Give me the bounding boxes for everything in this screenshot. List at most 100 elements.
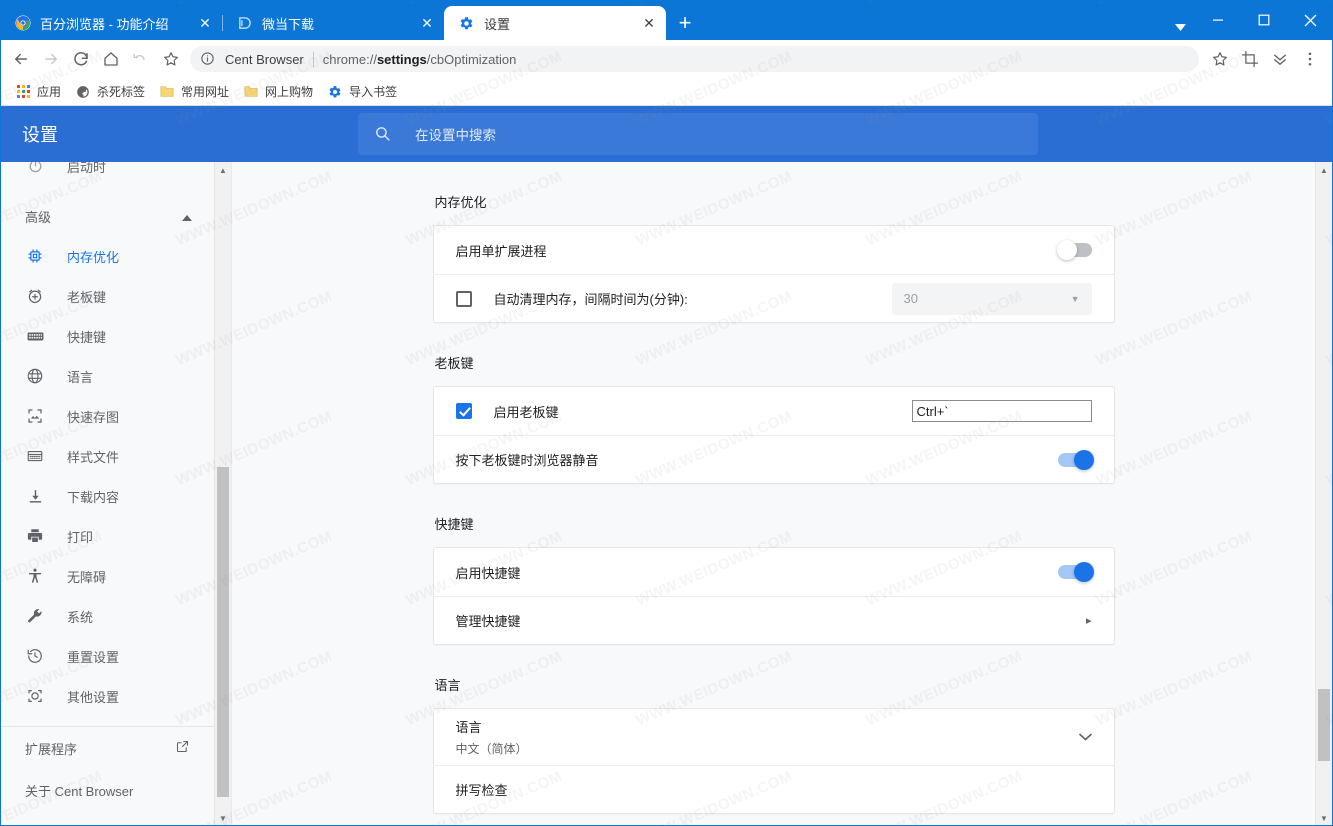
sidebar-item-downloads[interactable]: 下载内容 bbox=[1, 476, 214, 516]
maximize-button[interactable] bbox=[1241, 4, 1287, 36]
row-spellcheck[interactable]: 拼写检查 bbox=[433, 765, 1114, 813]
sidebar-item-label: 内存优化 bbox=[67, 249, 120, 265]
sidebar-item-system[interactable]: 系统 bbox=[1, 596, 214, 636]
bookmark-label: 杀死标签 bbox=[97, 85, 146, 99]
sidebar-link-extensions[interactable]: 扩展程序 bbox=[1, 727, 214, 769]
sidebar-scroll-down-icon[interactable]: ▼ bbox=[215, 810, 231, 826]
tab-title: 设置 bbox=[484, 16, 511, 32]
tab-close-button[interactable]: ✕ bbox=[416, 12, 438, 34]
sidebar-item-style-file[interactable]: 样式文件 bbox=[1, 436, 214, 476]
sidebar-item-accessibility[interactable]: 无障碍 bbox=[1, 556, 214, 596]
main-scroll-up-icon[interactable]: ▲ bbox=[1316, 162, 1332, 179]
section-title: 内存优化 bbox=[434, 195, 487, 210]
home-icon[interactable] bbox=[96, 44, 126, 74]
toggle-enable-shortcuts[interactable] bbox=[1057, 562, 1094, 582]
row-manage-shortcuts[interactable]: 管理快捷键 ▸ bbox=[433, 596, 1114, 644]
back-icon[interactable] bbox=[6, 44, 36, 74]
toggle-knob bbox=[1073, 449, 1094, 470]
omnibox[interactable]: Cent Browser chrome://settings/cbOptimiz… bbox=[190, 46, 1199, 72]
row-enable-boss-key[interactable]: 启用老板键 Ctrl+` bbox=[434, 387, 1114, 435]
row-language-text: 语言 中文（简体） bbox=[456, 717, 1079, 757]
undo-close-tab-icon[interactable] bbox=[126, 44, 156, 74]
row-language[interactable]: 语言 中文（简体） bbox=[434, 709, 1114, 765]
checkbox-auto-clean-memory[interactable] bbox=[455, 290, 472, 307]
select-clean-interval[interactable]: 30 ▼ bbox=[891, 282, 1092, 315]
sidebar-link-about[interactable]: 关于 Cent Browser bbox=[1, 769, 214, 811]
chevron-down-icon: ▼ bbox=[1070, 293, 1080, 304]
sidebar-scrollbar-thumb[interactable] bbox=[217, 467, 229, 797]
bookmark-label: 导入书签 bbox=[349, 85, 398, 99]
section-memory-optimization: 内存优化 启用单扩展进程 自动清理内存，间隔时间为(分钟): 30 ▼ bbox=[432, 162, 1115, 323]
row-label: 启用老板键 bbox=[493, 404, 559, 420]
toggle-single-extension-process[interactable] bbox=[1056, 240, 1092, 260]
tab-list-chevron-down-icon[interactable] bbox=[1165, 0, 1195, 40]
new-tab-button[interactable]: + bbox=[668, 6, 702, 40]
sidebar-item-other-settings[interactable]: 其他设置 bbox=[1, 676, 214, 716]
row-enable-shortcuts[interactable]: 启用快捷键 bbox=[434, 548, 1114, 596]
section-card: 语言 中文（简体） 拼写检查 bbox=[432, 708, 1115, 814]
sidebar-item-quick-save-image[interactable]: 快速存图 bbox=[1, 396, 214, 436]
search-placeholder: 在设置中搜索 bbox=[415, 128, 496, 143]
bookmark-apps[interactable]: 应用 bbox=[8, 81, 68, 103]
tab-0[interactable]: 百分浏览器 - 功能介绍 ✕ bbox=[0, 6, 222, 40]
sidebar-item-shortcuts[interactable]: 快捷键 bbox=[1, 316, 214, 356]
sidebar-item-memory-optimization[interactable]: 内存优化 bbox=[1, 236, 214, 276]
image-icon bbox=[25, 406, 45, 426]
sidebar-item-label: 重置设置 bbox=[67, 649, 120, 665]
sidebar-scrollbar[interactable]: ▲ ▼ bbox=[214, 162, 231, 826]
sidebar-group-advanced[interactable]: 高级 bbox=[1, 196, 214, 236]
sidebar-item-reset-settings[interactable]: 重置设置 bbox=[1, 636, 214, 676]
sidebar-item-startup[interactable]: 启动时 bbox=[1, 162, 214, 186]
menu-icon[interactable] bbox=[1295, 44, 1325, 74]
search-input[interactable]: 在设置中搜索 bbox=[358, 113, 1038, 155]
sidebar-item-print[interactable]: 打印 bbox=[1, 516, 214, 556]
row-label: 启用单扩展进程 bbox=[455, 243, 547, 259]
toggle-mute-on-boss-key[interactable] bbox=[1057, 449, 1094, 470]
sidebar-item-boss-key[interactable]: 老板键 bbox=[1, 276, 214, 316]
row-label: 管理快捷键 bbox=[455, 614, 521, 629]
power-icon bbox=[25, 162, 45, 176]
url-prefix: chrome:// bbox=[322, 51, 377, 67]
sidebar-scroll-up-icon[interactable]: ▲ bbox=[215, 162, 231, 179]
settings-main: 内存优化 启用单扩展进程 自动清理内存，间隔时间为(分钟): 30 ▼ 老板键 … bbox=[232, 162, 1332, 826]
reload-icon[interactable] bbox=[66, 44, 96, 74]
bookmark-folder-common[interactable]: 常用网址 bbox=[152, 81, 236, 103]
bookmark-star-icon[interactable] bbox=[156, 44, 186, 74]
settings-header: 设置 在设置中搜索 bbox=[0, 106, 1333, 162]
sidebar-item-label: 打印 bbox=[67, 529, 94, 545]
row-auto-clean-memory[interactable]: 自动清理内存，间隔时间为(分钟): 30 ▼ bbox=[433, 274, 1114, 322]
tab-2[interactable]: 设置 ✕ bbox=[444, 6, 666, 40]
forward-icon[interactable] bbox=[36, 44, 66, 74]
close-button[interactable] bbox=[1287, 4, 1333, 36]
tab-1[interactable]: 微当下载 ✕ bbox=[222, 6, 444, 40]
sidebar-scroll-area: 启动时 高级 内存优化 老板键 快捷键 语言 快速存图 样式文件 下载内容 打印… bbox=[1, 162, 214, 826]
bookmark-kill-tabs[interactable]: 杀死标签 bbox=[68, 81, 152, 103]
url-suffix: /cbOptimization bbox=[426, 51, 517, 67]
row-single-extension-process[interactable]: 启用单扩展进程 bbox=[434, 226, 1114, 274]
browser-window: 百分浏览器 - 功能介绍 ✕ 微当下载 ✕ 设置 ✕ + Cent Browse… bbox=[0, 0, 1333, 826]
globe-icon bbox=[25, 366, 45, 386]
main-scrollbar-thumb[interactable] bbox=[1318, 689, 1330, 761]
section-card: 启用快捷键 管理快捷键 ▸ bbox=[432, 547, 1115, 645]
sidebar-item-label: 语言 bbox=[67, 369, 94, 385]
input-boss-key-shortcut[interactable]: Ctrl+` bbox=[911, 400, 1092, 422]
bookmark-folder-shopping[interactable]: 网上购物 bbox=[236, 81, 320, 103]
section-card: 启用老板键 Ctrl+` 按下老板键时浏览器静音 bbox=[432, 386, 1115, 484]
sidebar-item-language[interactable]: 语言 bbox=[1, 356, 214, 396]
minimize-button[interactable] bbox=[1195, 4, 1241, 36]
search-icon bbox=[374, 125, 393, 144]
chevron-down-icon bbox=[1078, 730, 1092, 744]
main-scroll-down-icon[interactable]: ▼ bbox=[1316, 810, 1332, 826]
chevron-right-icon: ▸ bbox=[1085, 615, 1092, 627]
star-icon[interactable] bbox=[1205, 44, 1235, 74]
sidebar-item-label: 系统 bbox=[67, 609, 94, 625]
bookmark-import[interactable]: 导入书签 bbox=[320, 81, 404, 103]
crop-icon[interactable] bbox=[1235, 44, 1265, 74]
tab-close-button[interactable]: ✕ bbox=[194, 12, 216, 34]
main-scrollbar[interactable]: ▲ ▼ bbox=[1315, 162, 1332, 826]
omnibox-divider bbox=[312, 51, 314, 67]
download-chevrons-icon[interactable] bbox=[1265, 44, 1295, 74]
row-mute-on-boss-key[interactable]: 按下老板键时浏览器静音 bbox=[433, 435, 1114, 483]
tab-close-button[interactable]: ✕ bbox=[638, 12, 660, 34]
checkbox-enable-boss-key[interactable] bbox=[455, 403, 472, 419]
